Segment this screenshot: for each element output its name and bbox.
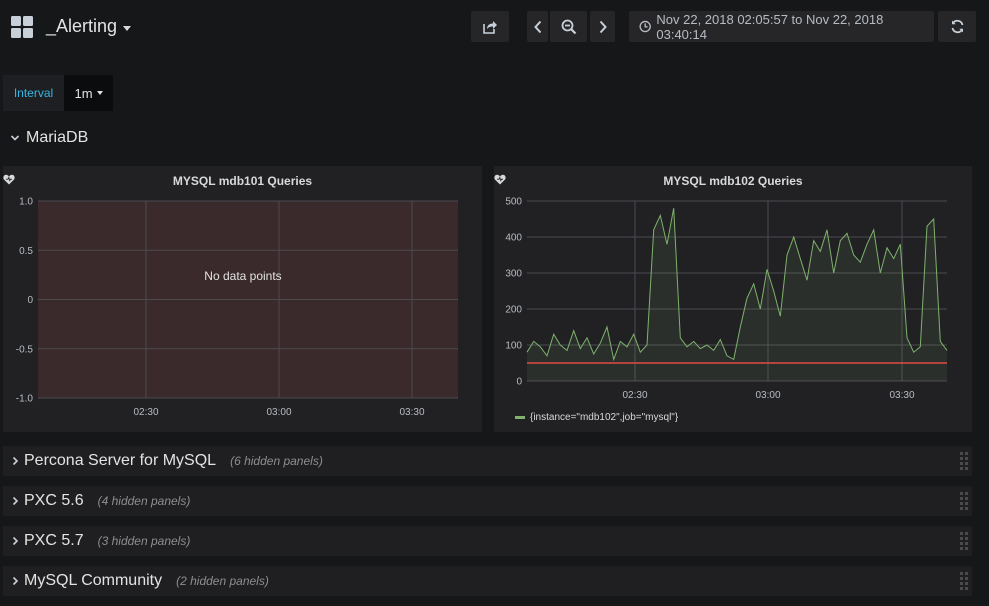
graph-legend[interactable]: {instance="mdb102",job="mysql"} bbox=[515, 412, 678, 423]
x-tick-label: 03:00 bbox=[266, 407, 291, 418]
y-tick-label: 500 bbox=[505, 197, 522, 208]
y-tick-label: 0 bbox=[27, 295, 33, 306]
time-back-button[interactable] bbox=[527, 11, 548, 42]
panel-graph-mdb101: 1.0 0.5 0 -0.5 -1.0 02:30 03:00 03:30 No data p… bbox=[16, 197, 458, 418]
y-tick-label: -1.0 bbox=[16, 394, 34, 405]
y-tick-label: -0.5 bbox=[16, 344, 34, 355]
legend-swatch bbox=[515, 416, 525, 419]
y-tick-label: 0 bbox=[516, 377, 522, 388]
hidden-panels-count: (2 hidden panels) bbox=[176, 574, 269, 588]
refresh-button[interactable] bbox=[938, 11, 976, 42]
interval-select[interactable]: 1m bbox=[64, 75, 113, 111]
share-icon bbox=[483, 20, 497, 34]
y-tick-label: 200 bbox=[505, 305, 522, 316]
row-title: Percona Server for MySQL bbox=[24, 452, 217, 469]
y-tick-label: 300 bbox=[505, 269, 522, 280]
dashboard-title-text: _Alerting bbox=[46, 16, 118, 36]
hidden-panels-count: (3 hidden panels) bbox=[97, 534, 191, 548]
drag-handle-icon[interactable] bbox=[959, 491, 969, 511]
time-range-picker[interactable]: Nov 22, 2018 02:05:57 to Nov 22, 2018 03… bbox=[629, 11, 934, 42]
drag-handle-icon[interactable] bbox=[959, 571, 969, 591]
clock-icon bbox=[639, 20, 651, 33]
interval-label: Interval bbox=[3, 75, 64, 111]
y-tick-label: 100 bbox=[505, 341, 522, 352]
row-mariadb-header[interactable]: MariaDB bbox=[10, 129, 88, 147]
drag-handle-icon[interactable] bbox=[959, 451, 969, 471]
row-title: PXC 5.7 bbox=[24, 532, 84, 549]
template-variable-interval: Interval 1m bbox=[3, 75, 113, 111]
panel-mdb101-queries: MYSQL mdb101 Queries 1.0 0.5 0 -0.5 -1.0 02:3… bbox=[3, 166, 482, 432]
top-navbar: _Alerting Nov 22, 2018 02:05:57 to Nov 2… bbox=[0, 0, 989, 56]
drag-handle-icon[interactable] bbox=[959, 531, 969, 551]
chevron-right-icon bbox=[10, 456, 20, 466]
time-forward-button[interactable] bbox=[590, 11, 615, 42]
row-title: PXC 5.6 bbox=[24, 492, 84, 509]
chevron-down-icon bbox=[10, 135, 20, 141]
row-title: MySQL Community bbox=[24, 572, 163, 589]
panel-graph-mdb102: 500 400 300 200 100 0 02:30 03:00 03:30 bbox=[505, 197, 948, 401]
refresh-icon bbox=[951, 19, 963, 34]
chevron-right-icon bbox=[10, 576, 20, 586]
x-tick-label: 02:30 bbox=[133, 407, 158, 418]
chevron-left-icon bbox=[533, 20, 541, 33]
row-pxc-57[interactable]: PXC 5.7 (3 hidden panels) bbox=[3, 526, 972, 556]
dashboard-title[interactable]: _Alerting bbox=[46, 16, 132, 37]
row-percona-server[interactable]: Percona Server for MySQL (6 hidden panel… bbox=[3, 446, 972, 476]
row-pxc-56[interactable]: PXC 5.6 (4 hidden panels) bbox=[3, 486, 972, 516]
chevron-right-icon bbox=[10, 496, 20, 506]
row-title: MariaDB bbox=[26, 129, 89, 146]
x-tick-label: 02:30 bbox=[622, 390, 647, 401]
time-range-text: Nov 22, 2018 02:05:57 to Nov 22, 2018 03… bbox=[656, 11, 884, 42]
share-button[interactable] bbox=[471, 11, 509, 42]
dashboard-grid-icon[interactable] bbox=[11, 16, 33, 38]
zoom-out-button[interactable] bbox=[550, 11, 587, 42]
hidden-panels-count: (4 hidden panels) bbox=[97, 494, 191, 508]
caret-down-icon bbox=[123, 26, 132, 31]
series-area-mdb102 bbox=[527, 208, 947, 381]
chevron-right-icon bbox=[10, 536, 20, 546]
x-tick-label: 03:00 bbox=[755, 390, 780, 401]
y-tick-label: 1.0 bbox=[19, 197, 33, 208]
chevron-right-icon bbox=[599, 20, 607, 33]
caret-down-icon bbox=[96, 91, 103, 95]
row-mysql-community[interactable]: MySQL Community (2 hidden panels) bbox=[3, 566, 972, 596]
no-data-message: No data points bbox=[204, 269, 281, 283]
x-tick-label: 03:30 bbox=[889, 390, 914, 401]
zoom-out-icon bbox=[561, 19, 576, 34]
interval-value: 1m bbox=[74, 85, 93, 101]
hidden-panels-count: (6 hidden panels) bbox=[230, 454, 323, 468]
y-tick-label: 400 bbox=[505, 233, 522, 244]
panel-mdb102-queries: MYSQL mdb102 Queries 500 400 300 200 100 0 02:… bbox=[494, 166, 972, 432]
y-tick-label: 0.5 bbox=[19, 246, 33, 257]
legend-series-name: {instance="mdb102",job="mysql"} bbox=[530, 412, 679, 423]
x-tick-label: 03:30 bbox=[399, 407, 424, 418]
